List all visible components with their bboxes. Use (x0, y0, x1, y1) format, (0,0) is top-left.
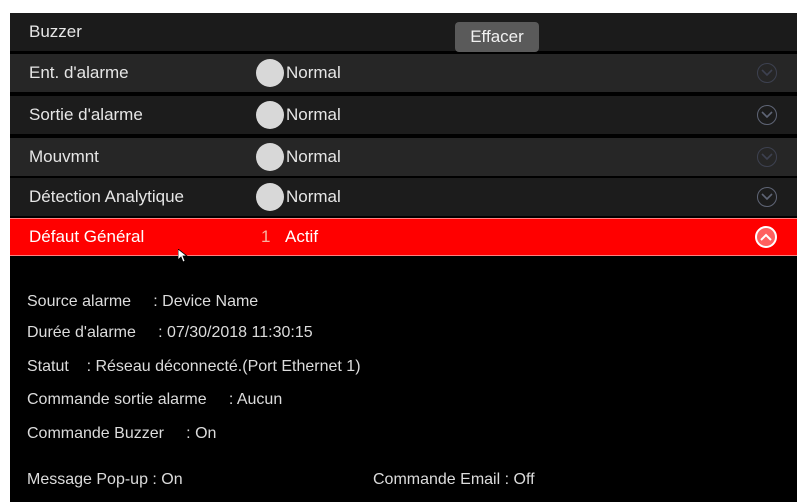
alarm-count: 1 (261, 227, 271, 246)
buzzer-label: Buzzer (29, 22, 82, 41)
alarm-row-output[interactable]: Sortie d'alarme Normal (10, 96, 797, 134)
chevron-down-icon[interactable] (757, 187, 777, 207)
email-command: Commande Email : Off (373, 471, 535, 488)
alarm-state-text: Actif (285, 227, 319, 246)
chevron-down-icon[interactable] (757, 147, 777, 167)
alarm-row-label: Sortie d'alarme (29, 105, 143, 124)
alarm-row-analytics[interactable]: Détection Analytique Normal (10, 178, 797, 216)
alarm-state-text: Normal (286, 187, 341, 206)
buzzer-header-row: Buzzer (10, 13, 797, 51)
alarm-state-text: Normal (286, 147, 341, 166)
alarm-row-state: Normal (256, 101, 341, 129)
chevron-down-icon[interactable] (757, 63, 777, 83)
alarm-row-label: Ent. d'alarme (29, 63, 129, 82)
status-dot-icon (256, 101, 284, 129)
alarm-row-state: Normal (256, 143, 341, 171)
alarm-row-state: Normal (256, 183, 341, 211)
chevron-up-icon[interactable] (755, 226, 777, 248)
alarm-row-state: Normal (256, 59, 341, 87)
alarm-state-text: Normal (286, 63, 341, 82)
alarm-duration: Durée d'alarme : 07/30/2018 11:30:15 (27, 324, 313, 341)
popup-message: Message Pop-up : On (27, 471, 183, 488)
alarm-row-general-fault[interactable]: Défaut Général 1 Actif (10, 218, 797, 256)
alarm-row-label: Détection Analytique (29, 187, 184, 206)
mouse-cursor-icon (178, 249, 189, 263)
alarm-panel: Buzzer Effacer Ent. d'alarme Normal Sort… (10, 13, 797, 502)
alarm-row-label: Défaut Général (29, 227, 145, 246)
alarm-row-label: Mouvmnt (29, 147, 99, 166)
buzzer-command: Commande Buzzer : On (27, 425, 217, 442)
alarm-row-motion[interactable]: Mouvmnt Normal (10, 138, 797, 176)
alarm-status: Statut : Réseau déconnecté.(Port Etherne… (27, 358, 361, 375)
alarm-row-input[interactable]: Ent. d'alarme Normal (10, 54, 797, 92)
alarm-source: Source alarme : Device Name (27, 293, 259, 310)
status-dot-icon (256, 183, 284, 211)
alarm-state-text: Normal (286, 105, 341, 124)
chevron-down-icon[interactable] (757, 105, 777, 125)
status-dot-icon (256, 59, 284, 87)
output-command: Commande sortie alarme : Aucun (27, 391, 283, 408)
clear-button[interactable]: Effacer (455, 22, 539, 52)
status-dot-icon (256, 143, 284, 171)
